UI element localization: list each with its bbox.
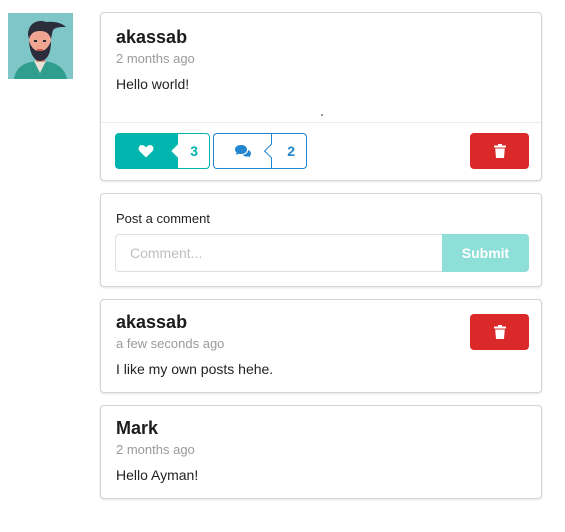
post-divider [101,122,541,123]
comment-author[interactable]: Mark [116,418,158,439]
comments-icon [234,145,251,158]
bearded-man-avatar-icon [8,13,73,79]
comment-timestamp: a few seconds ago [116,336,225,351]
post-card: akassab 2 months ago Hello world! 3 2 [100,12,542,181]
comments-count[interactable]: 2 [263,133,307,169]
loader-dot [321,114,323,116]
user-avatar [8,13,73,79]
trash-icon [493,144,506,158]
like-count-value: 3 [190,143,198,159]
comments-count-value: 2 [287,143,295,159]
like-button-main[interactable] [115,133,177,169]
like-button[interactable]: 3 [115,133,210,169]
comment-card: Mark 2 months ago Hello Ayman! [100,405,542,499]
trash-icon [493,325,506,339]
post-timestamp: 2 months ago [116,51,195,66]
comment-text: Hello Ayman! [116,467,199,483]
delete-comment-button[interactable] [470,314,529,350]
comments-button[interactable]: 2 [213,133,307,169]
delete-post-button[interactable] [470,133,529,169]
comment-timestamp: 2 months ago [116,442,195,457]
heart-icon [138,145,154,158]
like-count[interactable]: 3 [169,133,210,169]
comments-button-main[interactable] [213,133,271,169]
comment-text: I like my own posts hehe. [116,361,274,377]
comment-card: akassab a few seconds ago I like my own … [100,299,542,393]
comment-input[interactable] [115,234,442,272]
submit-comment-button[interactable]: Submit [442,234,529,272]
comment-form-label: Post a comment [116,211,210,226]
comment-form: Post a comment Submit [100,193,542,287]
comment-author[interactable]: akassab [116,312,187,333]
post-author[interactable]: akassab [116,27,187,48]
post-text: Hello world! [116,76,190,92]
